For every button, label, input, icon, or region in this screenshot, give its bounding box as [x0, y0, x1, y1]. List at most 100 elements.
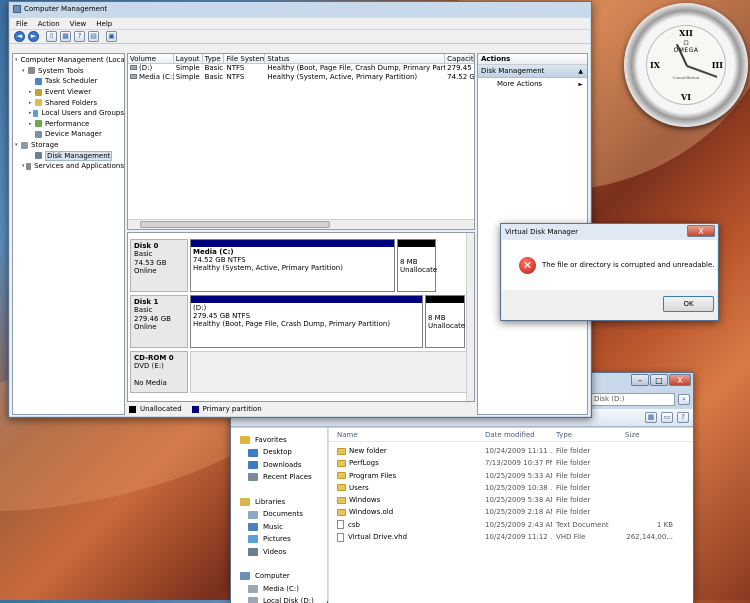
- back-icon[interactable]: ◄: [14, 31, 25, 42]
- close-button[interactable]: X: [669, 374, 691, 386]
- col-size[interactable]: Size: [621, 428, 681, 441]
- tree-item[interactable]: ▾ Computer Management (Local: [15, 55, 124, 66]
- nav-item-label: Pictures: [263, 535, 291, 544]
- tree-item-label: Event Viewer: [45, 88, 92, 97]
- file-row[interactable]: New folder 10/24/2009 11:11 ... File folde…: [329, 445, 693, 457]
- cdrom-label[interactable]: CD-ROM 0 DVD (E:) No Media: [130, 351, 188, 393]
- volume-row[interactable]: (D:) Simple Basic NTFS Healthy (Boot, Page F…: [128, 64, 474, 73]
- nav-item[interactable]: Desktop: [240, 446, 327, 458]
- col-filesystem[interactable]: File System: [224, 54, 266, 63]
- more-actions-label: More Actions: [497, 80, 543, 88]
- file-row[interactable]: Program Files 10/25/2009 5:33 AM File fold…: [329, 470, 693, 482]
- view-options-icon[interactable]: ▦: [645, 412, 657, 423]
- col-date[interactable]: Date modified: [481, 428, 552, 441]
- volume-cell: NTFS: [224, 73, 265, 82]
- up-icon[interactable]: ⇧: [46, 31, 57, 42]
- col-type[interactable]: Type: [203, 54, 225, 63]
- forward-icon[interactable]: ►: [28, 31, 39, 42]
- nav-item[interactable]: Documents: [240, 508, 327, 520]
- nav-item-label: Downloads: [263, 460, 302, 469]
- explorer-address-bar[interactable]: Disk (D:): [589, 393, 675, 406]
- nav-item[interactable]: Music: [240, 521, 327, 533]
- console-icon[interactable]: ▦: [60, 31, 71, 42]
- nav-item[interactable]: Local Disk (D:): [240, 595, 327, 603]
- maximize-button[interactable]: □: [650, 374, 668, 386]
- disk-1-label[interactable]: Disk 1 Basic 279.46 GB Online: [130, 295, 188, 348]
- menu-help[interactable]: Help: [96, 20, 112, 28]
- nav-item[interactable]: Libraries: [240, 496, 327, 508]
- col-type[interactable]: Type: [552, 428, 621, 441]
- disk-1-row[interactable]: Disk 1 Basic 279.46 GB Online (D:) 279.4…: [130, 295, 472, 348]
- nav-item[interactable]: Computer: [240, 570, 327, 582]
- clock-gadget[interactable]: XII III VI IX Ω OMEGA Constellation: [624, 3, 748, 127]
- menu-view[interactable]: View: [70, 20, 87, 28]
- preview-pane-icon[interactable]: ▭: [661, 412, 673, 423]
- search-icon[interactable]: ⌕: [678, 394, 690, 405]
- volume-row[interactable]: Media (C:) Simple Basic NTFS Healthy (System…: [128, 73, 474, 82]
- col-layout[interactable]: Layout: [174, 54, 203, 63]
- error-dialog[interactable]: Virtual Disk Manager X ✕ The file or dir…: [500, 223, 719, 321]
- unallocated-1[interactable]: 8 MB Unallocate: [425, 295, 465, 348]
- nav-item[interactable]: Videos: [240, 546, 327, 558]
- disk-map-scrollbar[interactable]: [466, 233, 474, 401]
- disk-0-label[interactable]: Disk 0 Basic 74.53 GB Online: [130, 239, 188, 292]
- storage-icon: [21, 141, 28, 149]
- file-name-cell: Program Files: [329, 470, 481, 482]
- menu-action[interactable]: Action: [38, 20, 60, 28]
- help-icon[interactable]: ?: [74, 31, 85, 42]
- expand-arrow-icon[interactable]: ▾: [15, 57, 18, 63]
- clock-icon: [35, 77, 42, 85]
- tree-item[interactable]: Device Manager: [15, 129, 124, 140]
- partition-d[interactable]: (D:) 279.45 GB NTFS Healthy (Boot, Page …: [190, 295, 423, 348]
- export-icon[interactable]: ▣: [106, 31, 117, 42]
- dialog-close-button[interactable]: X: [687, 225, 715, 237]
- actions-disk-management[interactable]: Disk Management ▲: [478, 65, 587, 78]
- partition-c-status: Healthy (System, Active, Primary Partiti…: [193, 264, 343, 273]
- file-row[interactable]: csb 10/25/2009 2:43 AM Text Document 1 KB: [329, 519, 693, 531]
- scroll-thumb[interactable]: [140, 221, 330, 228]
- documents-icon: [248, 510, 258, 519]
- cdrom-row[interactable]: CD-ROM 0 DVD (E:) No Media: [130, 351, 472, 393]
- partition-c[interactable]: Media (C:) 74.52 GB NTFS Healthy (System…: [190, 239, 395, 292]
- tree-item[interactable]: ▸ Performance: [15, 119, 124, 130]
- nav-item[interactable]: Media (C:): [240, 583, 327, 595]
- col-volume[interactable]: Volume: [128, 54, 174, 63]
- col-capacity[interactable]: Capacit: [445, 54, 474, 63]
- disk-0-row[interactable]: Disk 0 Basic 74.53 GB Online Media (C:) …: [130, 239, 472, 292]
- clock-numeral-6: VI: [681, 92, 691, 102]
- more-actions[interactable]: More Actions ►: [478, 78, 587, 91]
- tree-item[interactable]: ▸ Local Users and Groups: [15, 108, 124, 119]
- file-row[interactable]: Windows 10/25/2009 5:38 AM File folder: [329, 494, 693, 506]
- properties-icon[interactable]: ▤: [88, 31, 99, 42]
- col-name[interactable]: Name: [329, 428, 481, 441]
- file-row[interactable]: Users 10/25/2009 10:38 ... File folder: [329, 482, 693, 494]
- tree-item[interactable]: ▸ Shared Folders: [15, 97, 124, 108]
- menu-file[interactable]: File: [16, 20, 28, 28]
- nav-item[interactable]: Pictures: [240, 533, 327, 545]
- ok-button[interactable]: OK: [663, 296, 714, 312]
- minimize-button[interactable]: –: [631, 374, 649, 386]
- library-icon: [240, 498, 250, 507]
- folder-icon: [337, 472, 346, 480]
- volume-horizontal-scrollbar[interactable]: [128, 219, 474, 229]
- partition-d-size: 279.45 GB NTFS: [193, 312, 251, 321]
- file-row[interactable]: Virtual Drive.vhd 10/24/2009 11:12 ... VHD…: [329, 531, 693, 543]
- tree-item[interactable]: ▾ Services and Applications: [15, 161, 124, 172]
- nav-item[interactable]: Favorites: [240, 434, 327, 446]
- dialog-titlebar[interactable]: Virtual Disk Manager: [501, 224, 718, 239]
- tree-item[interactable]: ▾ Storage: [15, 140, 124, 151]
- file-row[interactable]: PerfLogs 7/13/2009 10:37 PM File folder: [329, 457, 693, 469]
- tree-item[interactable]: Disk Management: [15, 150, 124, 161]
- file-row[interactable]: Windows.old 10/25/2009 2:18 AM File folder: [329, 506, 693, 518]
- nav-item[interactable]: Downloads: [240, 459, 327, 471]
- col-status[interactable]: Status: [265, 54, 446, 63]
- nav-item-label: Desktop: [263, 448, 292, 457]
- unallocated-0[interactable]: 8 MB Unallocate: [397, 239, 437, 292]
- cm-titlebar[interactable]: Computer Management: [9, 2, 591, 16]
- computer-management-window[interactable]: Computer Management File Action View Hel…: [8, 1, 592, 418]
- help-icon[interactable]: ?: [677, 412, 689, 423]
- nav-item[interactable]: Recent Places: [240, 471, 327, 483]
- tree-item[interactable]: ▸ Event Viewer: [15, 87, 124, 98]
- tree-item[interactable]: Task Scheduler: [15, 76, 124, 87]
- tree-item[interactable]: ▾ System Tools: [15, 66, 124, 77]
